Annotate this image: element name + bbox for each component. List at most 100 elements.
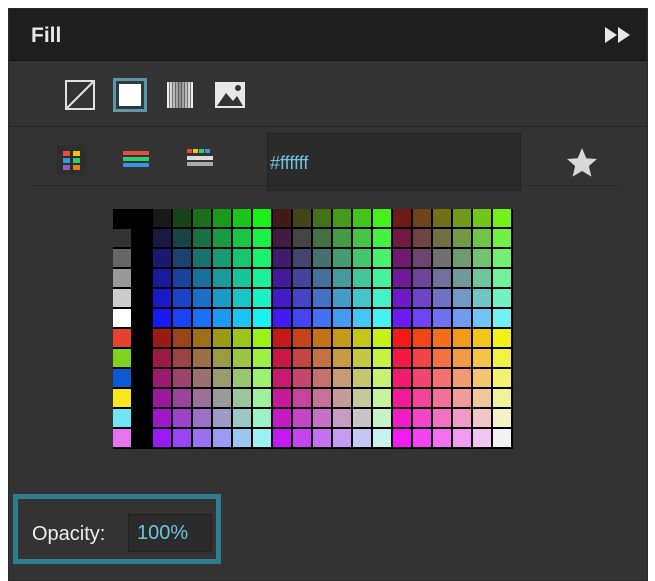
color-swatch[interactable] [113,329,131,347]
color-swatch[interactable] [373,269,391,287]
color-swatch[interactable] [113,369,131,387]
color-swatch[interactable] [293,369,311,387]
color-swatch[interactable] [293,209,311,227]
color-swatch[interactable] [473,329,491,347]
color-swatch[interactable] [333,289,351,307]
color-swatch[interactable] [193,429,211,447]
color-swatch[interactable] [393,389,411,407]
color-swatch[interactable] [153,329,171,347]
color-swatch[interactable] [253,329,271,347]
opacity-input[interactable]: 100% [128,514,212,552]
color-swatch[interactable] [353,229,371,247]
color-swatch[interactable] [493,349,511,367]
color-swatch[interactable] [273,429,291,447]
color-swatch[interactable] [313,429,331,447]
color-swatch[interactable] [193,209,211,227]
color-swatch[interactable] [473,309,491,327]
color-swatch[interactable] [373,429,391,447]
bars-palette-button[interactable] [121,145,151,175]
double-chevron-right-icon[interactable] [603,25,633,45]
no-fill-button[interactable] [63,78,97,112]
color-swatch[interactable] [413,229,431,247]
color-swatch[interactable] [173,249,191,267]
color-swatch[interactable] [413,369,431,387]
color-swatch[interactable] [253,309,271,327]
color-swatch[interactable] [453,229,471,247]
color-swatch[interactable] [213,329,231,347]
color-swatch[interactable] [493,389,511,407]
color-swatch[interactable] [453,289,471,307]
color-swatch[interactable] [173,349,191,367]
color-swatch[interactable] [333,369,351,387]
color-swatch[interactable] [173,309,191,327]
color-swatch[interactable] [473,229,491,247]
color-swatch[interactable] [273,349,291,367]
color-swatch[interactable] [293,329,311,347]
color-swatch[interactable] [153,409,171,427]
strip-palette-button[interactable] [185,145,215,175]
color-swatch[interactable] [473,269,491,287]
color-swatch[interactable] [493,289,511,307]
color-swatch[interactable] [453,349,471,367]
color-swatch[interactable] [253,209,271,227]
color-swatch[interactable] [113,429,131,447]
color-swatch[interactable] [433,289,451,307]
color-swatch[interactable] [233,249,251,267]
color-swatch[interactable] [413,269,431,287]
color-swatch[interactable] [333,209,351,227]
color-swatch[interactable] [213,309,231,327]
color-swatch[interactable] [273,369,291,387]
color-swatch[interactable] [413,209,431,227]
color-swatch[interactable] [113,349,131,367]
color-swatch[interactable] [353,369,371,387]
color-swatch[interactable] [213,269,231,287]
color-swatch[interactable] [293,349,311,367]
color-swatch[interactable] [173,229,191,247]
color-swatch[interactable] [333,309,351,327]
color-swatch[interactable] [313,309,331,327]
color-swatch[interactable] [393,329,411,347]
color-swatch[interactable] [353,209,371,227]
color-swatch[interactable] [193,309,211,327]
color-swatch[interactable] [333,349,351,367]
color-swatch[interactable] [293,409,311,427]
color-swatch[interactable] [473,409,491,427]
color-swatch[interactable] [153,349,171,367]
color-swatch[interactable] [273,409,291,427]
color-swatch[interactable] [253,389,271,407]
color-swatch[interactable] [233,289,251,307]
color-swatch[interactable] [333,329,351,347]
color-swatch[interactable] [373,409,391,427]
color-swatch[interactable] [373,229,391,247]
solid-fill-button[interactable] [113,78,147,112]
color-swatch[interactable] [193,389,211,407]
color-swatch[interactable] [153,269,171,287]
color-swatch[interactable] [293,249,311,267]
color-swatch[interactable] [493,409,511,427]
color-swatch[interactable] [113,289,131,307]
color-swatch[interactable] [153,289,171,307]
color-swatch[interactable] [353,269,371,287]
color-swatch[interactable] [153,249,171,267]
star-icon[interactable] [564,145,600,181]
color-swatch[interactable] [233,269,251,287]
color-swatch[interactable] [393,209,411,227]
color-swatch[interactable] [393,249,411,267]
color-swatch[interactable] [473,289,491,307]
color-swatch[interactable] [353,349,371,367]
color-swatch[interactable] [353,289,371,307]
color-swatch[interactable] [373,389,391,407]
color-swatch[interactable] [473,249,491,267]
color-swatch[interactable] [193,349,211,367]
color-swatch[interactable] [393,289,411,307]
color-swatch[interactable] [433,249,451,267]
color-swatch[interactable] [193,249,211,267]
color-swatch[interactable] [173,409,191,427]
color-swatch[interactable] [113,249,131,267]
color-swatch[interactable] [173,209,191,227]
color-swatch[interactable] [213,349,231,367]
color-swatch[interactable] [373,289,391,307]
hex-color-input[interactable]: #ffffff [267,133,521,191]
color-swatch[interactable] [433,389,451,407]
color-swatch[interactable] [173,289,191,307]
